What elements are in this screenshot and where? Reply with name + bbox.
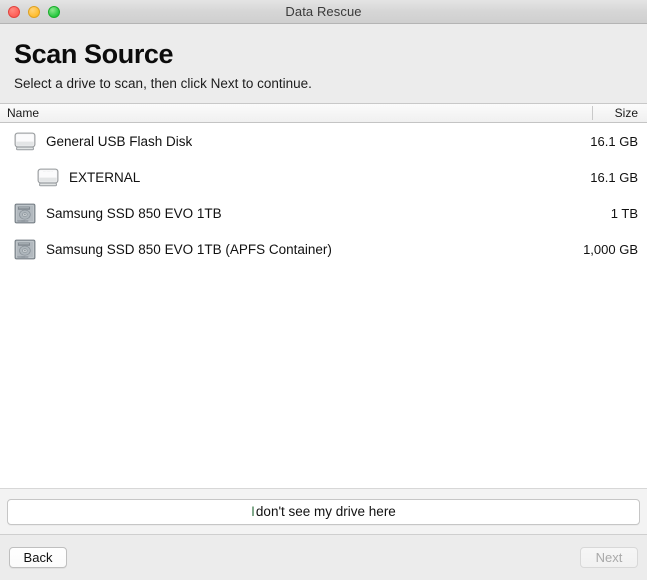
external-drive-icon [10, 126, 40, 156]
window-controls [8, 0, 60, 23]
drive-row-name-cell: Samsung SSD 850 EVO 1TB (APFS Container) [0, 234, 583, 264]
drive-row-name-cell: EXTERNAL [0, 162, 590, 192]
page-title: Scan Source [14, 39, 174, 69]
drive-row-label: Samsung SSD 850 EVO 1TB [46, 205, 222, 221]
drive-row-name-cell: Samsung SSD 850 EVO 1TB [0, 198, 611, 228]
drive-row-size: 1,000 GB [583, 241, 638, 257]
no-drive-button-lead: I [251, 504, 255, 519]
back-button[interactable]: Back [9, 547, 67, 568]
drive-list: General USB Flash Disk 16.1 GB EXTERNAL 16.… [0, 123, 647, 488]
column-header-size[interactable]: Size [584, 106, 647, 120]
internal-disk-icon [10, 198, 40, 228]
drive-row-size: 16.1 GB [590, 169, 638, 185]
no-drive-button-label: don't see my drive here [255, 504, 396, 519]
maximize-button[interactable] [48, 5, 60, 18]
data-rescue-window: Data Rescue Scan Source Select a drive t… [0, 0, 647, 580]
internal-disk-icon [10, 234, 40, 264]
drive-row[interactable]: Samsung SSD 850 EVO 1TB 1 TB [0, 195, 647, 231]
page-header: Scan Source Select a drive to scan, then… [0, 24, 647, 103]
drive-row[interactable]: EXTERNAL 16.1 GB [0, 159, 647, 195]
page-subtitle: Select a drive to scan, then click Next … [14, 76, 312, 91]
drive-help-bar: I don't see my drive here [0, 488, 647, 534]
table-header: Name Size [0, 103, 647, 123]
drive-row-name-cell: General USB Flash Disk [0, 126, 590, 156]
column-divider[interactable] [592, 106, 593, 120]
drive-row-size: 16.1 GB [590, 133, 638, 149]
drive-row[interactable]: General USB Flash Disk 16.1 GB [0, 123, 647, 159]
close-button[interactable] [8, 5, 20, 18]
wizard-footer: Back Next [0, 534, 647, 580]
drive-row-label: General USB Flash Disk [46, 133, 193, 149]
column-header-name[interactable]: Name [0, 106, 584, 120]
window-title: Data Rescue [285, 4, 362, 19]
minimize-button[interactable] [28, 5, 40, 18]
external-volume-icon [33, 162, 63, 192]
drive-row-label: Samsung SSD 850 EVO 1TB (APFS Container) [46, 241, 332, 257]
drive-row[interactable]: Samsung SSD 850 EVO 1TB (APFS Container)… [0, 231, 647, 267]
window-titlebar: Data Rescue [0, 0, 647, 24]
drive-row-label: EXTERNAL [69, 169, 141, 185]
next-button[interactable]: Next [580, 547, 638, 568]
drive-row-size: 1 TB [610, 205, 638, 221]
no-drive-button[interactable]: I don't see my drive here [7, 498, 640, 525]
